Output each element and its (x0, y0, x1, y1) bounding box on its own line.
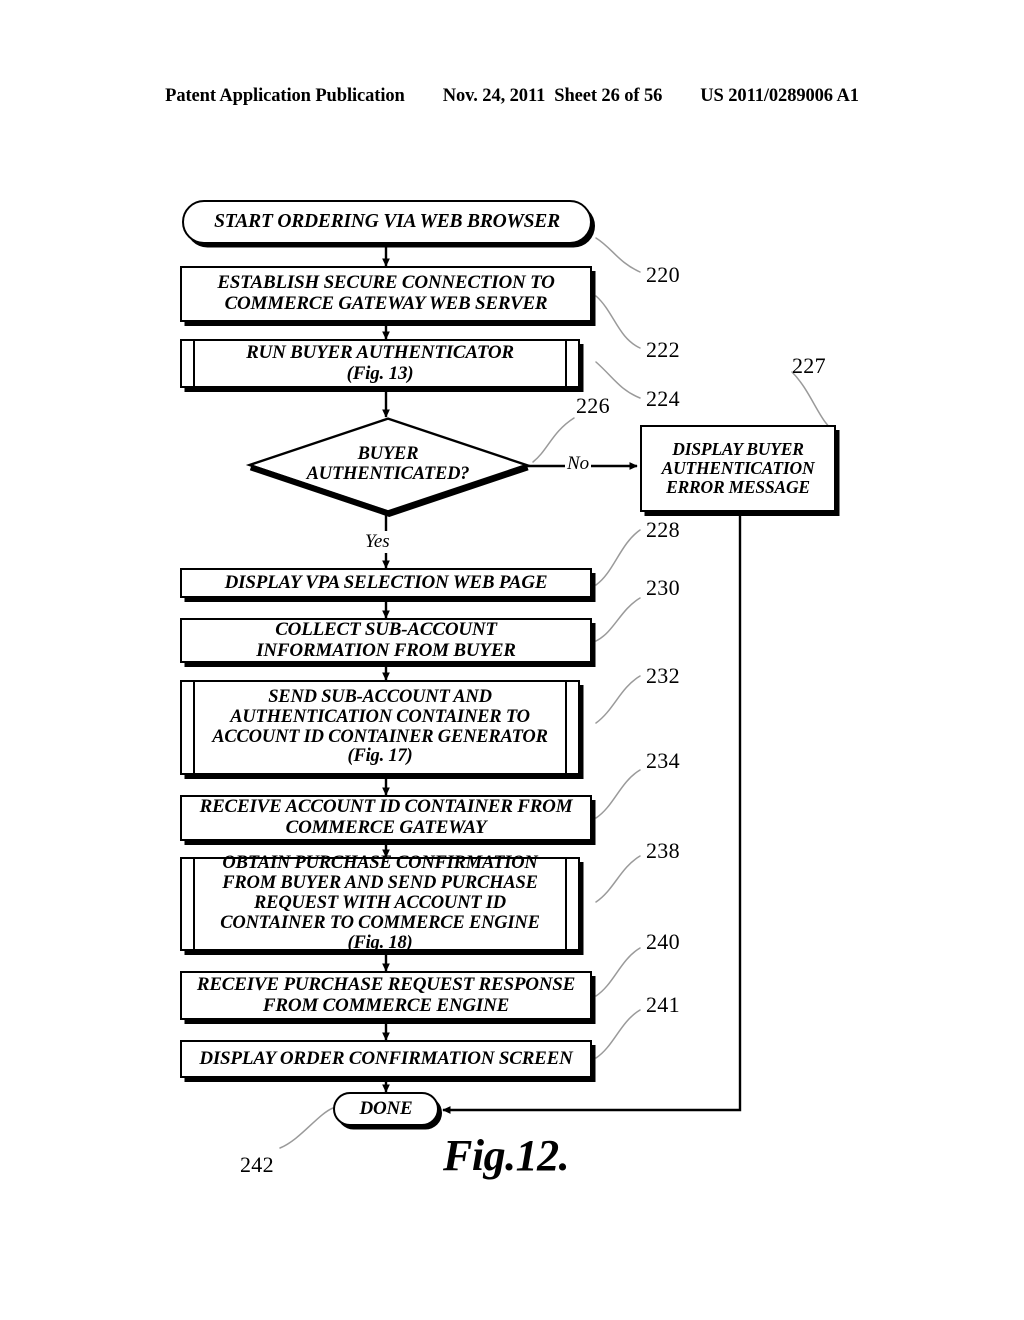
node-display-order-confirmation: DISPLAY ORDER CONFIRMATION SCREEN (180, 1040, 592, 1078)
node-establish-connection: ESTABLISH SECURE CONNECTION TO COMMERCE … (180, 266, 592, 322)
page-header: Patent Application Publication Nov. 24, … (0, 86, 1024, 112)
refnum-234: 234 (646, 748, 680, 773)
node-obtain-purchase-label: OBTAIN PURCHASE CONFIRMATION FROM BUYER … (220, 853, 540, 953)
node-done-label: DONE (359, 1097, 413, 1119)
header-doc-number: US 2011/0289006 A1 (700, 86, 859, 106)
figure-caption: Fig.12. (443, 1131, 570, 1180)
refnum-241: 241 (646, 992, 680, 1017)
header-publication: Patent Application Publication (165, 86, 405, 106)
node-obtain-purchase-confirmation: OBTAIN PURCHASE CONFIRMATION FROM BUYER … (180, 853, 580, 953)
node-collect-subaccount-info: COLLECT SUB-ACCOUNT INFORMATION FROM BUY… (180, 618, 592, 663)
refnum-227: 227 (792, 353, 826, 378)
refnum-230: 230 (646, 575, 680, 600)
node-error-label: DISPLAY BUYER AUTHENTICATION ERROR MESSA… (661, 439, 815, 497)
node-receive-response-label: RECEIVE PURCHASE REQUEST RESPONSE FROM C… (196, 973, 576, 1016)
node-run-buyer-authenticator: RUN BUYER AUTHENTICATOR (Fig. 13) (180, 339, 580, 388)
header-sheet: Sheet 26 of 56 (554, 86, 663, 106)
branch-label-no: No (565, 453, 592, 475)
refnum-240: 240 (646, 929, 680, 954)
node-receive-account-id-container: RECEIVE ACCOUNT ID CONTAINER FROM COMMER… (180, 795, 592, 841)
node-run-auth-label: RUN BUYER AUTHENTICATOR (Fig. 13) (246, 341, 514, 384)
node-establish-label: ESTABLISH SECURE CONNECTION TO COMMERCE … (217, 272, 555, 314)
node-done-terminator: DONE (333, 1092, 439, 1126)
node-display-order-label: DISPLAY ORDER CONFIRMATION SCREEN (199, 1047, 573, 1069)
patent-drawing-page: Patent Application Publication Nov. 24, … (0, 0, 1024, 1320)
node-display-vpa-page: DISPLAY VPA SELECTION WEB PAGE (180, 568, 592, 598)
refnum-220: 220 (646, 262, 680, 287)
refnum-224: 224 (646, 386, 680, 411)
node-send-subaccount-container: SEND SUB-ACCOUNT AND AUTHENTICATION CONT… (180, 680, 580, 775)
refnum-226: 226 (576, 393, 610, 418)
node-buyer-authenticated-decision: BUYER AUTHENTICATED? (245, 417, 531, 517)
refnum-232: 232 (646, 663, 680, 688)
node-auth-error-message: DISPLAY BUYER AUTHENTICATION ERROR MESSA… (640, 425, 836, 512)
node-send-sub-label: SEND SUB-ACCOUNT AND AUTHENTICATION CONT… (212, 686, 548, 767)
refnum-228: 228 (646, 517, 680, 542)
refnum-238: 238 (646, 838, 680, 863)
refnum-242: 242 (240, 1152, 274, 1177)
node-start-terminator: START ORDERING VIA WEB BROWSER (182, 200, 592, 244)
node-start-label: START ORDERING VIA WEB BROWSER (214, 211, 560, 233)
header-date: Nov. 24, 2011 (442, 86, 546, 106)
node-collect-label: COLLECT SUB-ACCOUNT INFORMATION FROM BUY… (256, 618, 516, 661)
branch-label-yes: Yes (363, 531, 392, 553)
node-receive-purchase-response: RECEIVE PURCHASE REQUEST RESPONSE FROM C… (180, 971, 592, 1020)
node-display-vpa-label: DISPLAY VPA SELECTION WEB PAGE (224, 571, 548, 593)
node-receive-container-label: RECEIVE ACCOUNT ID CONTAINER FROM COMMER… (199, 796, 573, 838)
refnum-222: 222 (646, 337, 680, 362)
